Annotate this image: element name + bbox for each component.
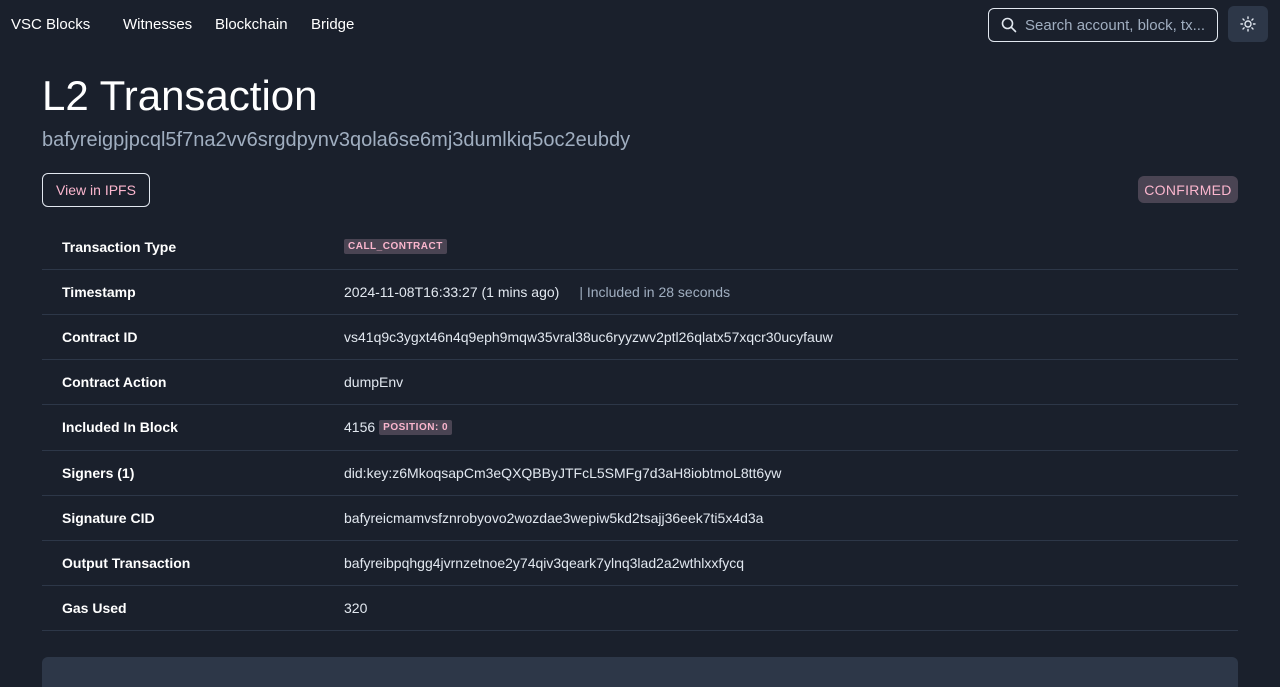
- search-input[interactable]: [1025, 16, 1205, 34]
- signer-value[interactable]: did:key:z6MkoqsapCm3eQXQBByJTFcL5SMFg7d3…: [344, 465, 781, 481]
- detail-row-contract-action: Contract Action dumpEnv: [42, 360, 1238, 405]
- included-duration: | Included in 28 seconds: [579, 284, 731, 300]
- position-tag: POSITION: 0: [379, 419, 453, 435]
- search-box[interactable]: [988, 8, 1218, 42]
- detail-label: Contract Action: [62, 374, 167, 390]
- detail-label: Transaction Type: [62, 239, 177, 255]
- detail-label: Included In Block: [62, 419, 178, 435]
- detail-row-signers: Signers (1) did:key:z6MkoqsapCm3eQXQBByJ…: [42, 451, 1238, 496]
- navbar: VSC Blocks Witnesses Blockchain Bridge: [0, 0, 1280, 50]
- signature-cid-value[interactable]: bafyreicmamvsfznrobyovo2wozdae3wepiw5kd2…: [344, 510, 763, 526]
- timestamp-value: 2024-11-08T16:33:27 (1 mins ago): [344, 284, 560, 300]
- block-number-link[interactable]: 4156: [344, 419, 375, 435]
- page-title: L2 Transaction: [42, 72, 318, 119]
- nav-link-bridge[interactable]: Bridge: [311, 16, 354, 33]
- theme-toggle-button[interactable]: [1228, 6, 1268, 42]
- detail-value: 2024-11-08T16:33:27 (1 mins ago) | Inclu…: [344, 284, 730, 300]
- search-icon: [1001, 17, 1017, 33]
- detail-row-gas-used: Gas Used 320: [42, 586, 1238, 631]
- transaction-hash: bafyreigpjpcql5f7na2vv6srgdpynv3qola6se6…: [42, 129, 631, 151]
- status-badge: CONFIRMED: [1138, 176, 1238, 203]
- detail-label: Contract ID: [62, 329, 138, 345]
- transaction-type-tag: CALL_CONTRACT: [344, 239, 447, 254]
- detail-row-timestamp: Timestamp 2024-11-08T16:33:27 (1 mins ag…: [42, 270, 1238, 315]
- detail-value: 4156 POSITION: 0: [344, 419, 453, 435]
- sun-icon: [1240, 16, 1256, 32]
- detail-label: Signature CID: [62, 510, 155, 526]
- output-transaction-value[interactable]: bafyreibpqhgg4jvrnzetnoe2y74qiv3qeark7yl…: [344, 555, 744, 571]
- detail-label: Output Transaction: [62, 555, 191, 571]
- detail-row-transaction-type: Transaction Type CALL_CONTRACT: [42, 225, 1238, 270]
- detail-row-contract-id: Contract ID vs41q9c3ygxt46n4q9eph9mqw35v…: [42, 315, 1238, 360]
- contract-action-value: dumpEnv: [344, 374, 404, 390]
- detail-label: Signers (1): [62, 465, 135, 481]
- detail-row-included-in-block: Included In Block 4156 POSITION: 0: [42, 405, 1238, 451]
- nav-link-blockchain[interactable]: Blockchain: [215, 16, 288, 33]
- detail-label: Gas Used: [62, 600, 127, 616]
- transaction-details-table: Transaction Type CALL_CONTRACT Timestamp…: [42, 225, 1238, 631]
- gas-used-value: 320: [344, 600, 368, 616]
- brand-link[interactable]: VSC Blocks: [11, 16, 90, 33]
- view-in-ipfs-button[interactable]: View in IPFS: [42, 173, 150, 207]
- detail-label: Timestamp: [62, 284, 136, 300]
- bottom-card: [42, 657, 1238, 687]
- detail-value: CALL_CONTRACT: [344, 239, 447, 254]
- nav-link-witnesses[interactable]: Witnesses: [123, 16, 192, 33]
- detail-row-output-transaction: Output Transaction bafyreibpqhgg4jvrnzet…: [42, 541, 1238, 586]
- contract-id-value[interactable]: vs41q9c3ygxt46n4q9eph9mqw35vral38uc6ryyz…: [344, 329, 833, 345]
- detail-row-signature-cid: Signature CID bafyreicmamvsfznrobyovo2wo…: [42, 496, 1238, 541]
